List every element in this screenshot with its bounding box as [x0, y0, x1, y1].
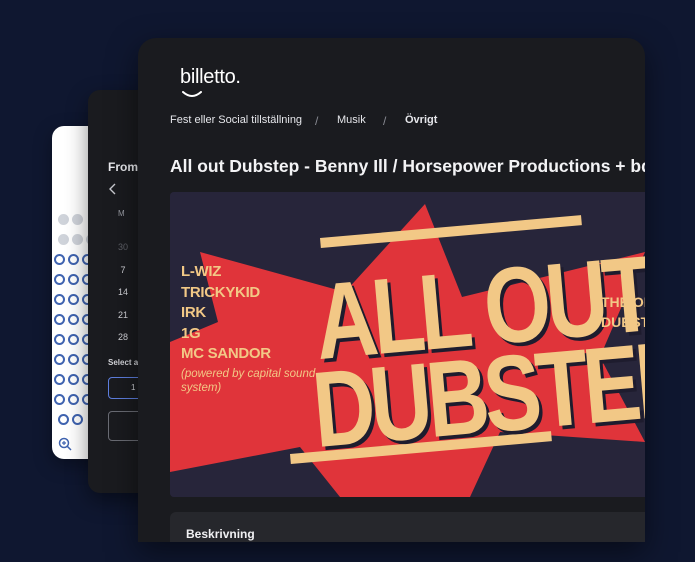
calendar-day[interactable]: 14 — [113, 287, 133, 297]
seat[interactable] — [58, 414, 69, 425]
seat[interactable] — [68, 294, 79, 305]
lineup-artist: L-WIZ — [181, 263, 222, 280]
seat[interactable] — [72, 234, 83, 245]
calendar-day[interactable]: 30 — [113, 242, 133, 252]
seat[interactable] — [68, 314, 79, 325]
poster-side-line: DUBST — [601, 314, 645, 330]
breadcrumb-item-other[interactable]: Övrigt — [405, 114, 437, 126]
select-label: Select a — [108, 358, 139, 367]
seat[interactable] — [54, 314, 65, 325]
breadcrumb-separator: / — [315, 114, 319, 128]
lineup-artist: IRK — [181, 304, 206, 321]
poster-side-text: THE OR DUBST — [601, 292, 645, 332]
seat[interactable] — [54, 374, 65, 385]
poster-side-line: THE OR — [601, 294, 645, 310]
event-page-card: billetto. Fest eller Social tillställnin… — [138, 38, 645, 542]
breadcrumb-item-category[interactable]: Fest eller Social tillställning — [170, 114, 302, 126]
seat[interactable] — [54, 334, 65, 345]
seat[interactable] — [54, 394, 65, 405]
description-heading: Beskrivning — [186, 527, 255, 541]
lineup-artist: TRICKYKID — [181, 283, 260, 301]
seat[interactable] — [58, 234, 69, 245]
seat[interactable] — [68, 394, 79, 405]
lineup-list: L-WIZ TRICKYKID IRK 1G MC SANDOR — [181, 262, 271, 365]
seat[interactable] — [68, 274, 79, 285]
event-title: All out Dubstep - Benny Ill / Horsepower… — [170, 156, 645, 176]
breadcrumb-item-music[interactable]: Musik — [337, 114, 366, 126]
calendar-day[interactable]: 7 — [113, 265, 133, 275]
seat[interactable] — [54, 274, 65, 285]
seat[interactable] — [54, 354, 65, 365]
seat[interactable] — [68, 254, 79, 265]
seat[interactable] — [72, 414, 83, 425]
billetto-logo[interactable]: billetto. — [180, 66, 241, 89]
chevron-left-icon[interactable] — [108, 182, 118, 196]
calendar-day[interactable]: 21 — [113, 310, 133, 320]
lineup-artist: MC SANDOR — [181, 345, 271, 362]
zoom-in-icon[interactable] — [58, 437, 72, 451]
quantity-value: 1 — [131, 383, 136, 392]
seat[interactable] — [72, 214, 83, 225]
seat[interactable] — [68, 334, 79, 345]
logo-smile-icon — [182, 91, 202, 97]
seat[interactable] — [54, 294, 65, 305]
event-poster: L-WIZ TRICKYKID IRK 1G MC SANDOR (powere… — [170, 192, 645, 497]
from-label: From — [108, 160, 138, 174]
seat[interactable] — [68, 354, 79, 365]
seat[interactable] — [58, 214, 69, 225]
lineup-note: (powered by capital sound system) — [181, 368, 316, 394]
calendar-day[interactable]: 28 — [113, 332, 133, 342]
lineup-artist: 1G — [181, 324, 201, 342]
seat[interactable] — [68, 374, 79, 385]
breadcrumb-separator: / — [383, 114, 387, 128]
seat[interactable] — [54, 254, 65, 265]
weekday-header: M — [118, 209, 125, 218]
description-panel: Beskrivning — [170, 512, 645, 542]
